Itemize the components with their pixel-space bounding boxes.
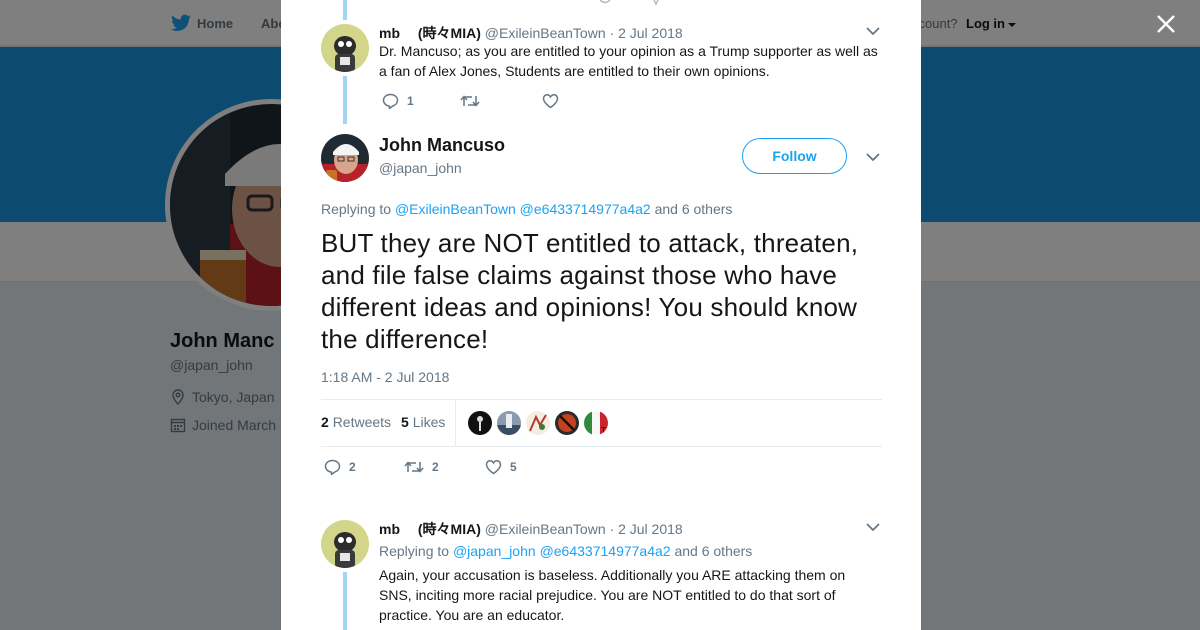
like-button[interactable]: 5 [485,459,517,475]
close-icon[interactable] [1154,12,1178,36]
tweet-timestamp[interactable]: 1:18 AM - 2 Jul 2018 [321,369,449,385]
liker-avatar[interactable]: T [584,411,608,435]
like-icon [542,94,559,109]
tweet-text: Dr. Mancuso; as you are entitled to your… [379,43,878,79]
tweet-date[interactable]: · 2 Jul 2018 [610,521,683,537]
tweet-date[interactable]: · 2 Jul 2018 [610,25,683,41]
author-name[interactable]: mb (時々MIA) [379,25,481,41]
thread-line [343,76,347,124]
retweet-icon [404,461,424,473]
author-handle[interactable]: @ExileinBeanTown [485,521,606,537]
tweet-modal: mb (時々MIA) @ExileinBeanTown · 2 Jul 2018… [281,0,921,630]
tweet-header: mb (時々MIA) @ExileinBeanTown · 2 Jul 2018 [379,23,683,43]
replying-to: Replying to @ExileinBeanTown @e643371497… [321,201,732,217]
likes-count: 5 [401,414,409,430]
chevron-down-icon[interactable] [866,522,880,532]
chevron-down-icon[interactable] [866,26,880,36]
reply-button[interactable]: 1 [382,93,460,109]
like-count: 5 [510,460,517,474]
tweet-actions: 2 2 5 [324,459,517,475]
replying-to: Replying to @japan_john @e6433714977a4a2… [379,543,752,559]
liker-avatar[interactable] [555,411,579,435]
replying-suffix[interactable]: and 6 others [674,543,752,559]
retweet-button[interactable]: 2 [404,459,485,475]
stats-divider [455,400,456,446]
reply-icon [382,93,399,109]
liker-avatar[interactable] [468,411,492,435]
likes-stat[interactable]: 5 Likes [401,414,445,430]
like-icon [485,460,502,475]
reply-button[interactable]: 2 [324,459,404,475]
replying-suffix[interactable]: and 6 others [655,201,733,217]
retweets-label: Retweets [332,414,392,430]
svg-text:T: T [600,426,606,435]
chevron-down-icon[interactable] [866,152,880,162]
retweets-stat[interactable]: 2 Retweets [321,414,391,430]
tweet-actions: 1 [382,93,559,109]
previous-tweet-actions-fragment [600,0,659,6]
mention-link[interactable]: @japan_john [453,543,536,559]
tweet-text: BUT they are NOT entitled to attack, thr… [321,228,859,354]
mention-link[interactable]: @e6433714977a4a2 [540,543,671,559]
like-button[interactable] [542,93,559,109]
liker-avatar[interactable] [526,411,550,435]
retweet-button[interactable] [460,93,542,109]
replying-prefix: Replying to [321,201,392,217]
reply-count: 2 [349,460,356,474]
reply-count: 1 [407,94,414,108]
author-handle[interactable]: @ExileinBeanTown [485,25,606,41]
retweet-icon [460,95,480,107]
tweet-header: mb (時々MIA) @ExileinBeanTown · 2 Jul 2018 [379,519,683,539]
thread-line [343,0,347,20]
thread-line [343,572,347,630]
avatar[interactable] [321,520,369,568]
avatar[interactable] [321,134,369,182]
author-name[interactable]: mb (時々MIA) [379,521,481,537]
follow-button[interactable]: Follow [742,138,847,174]
author-handle[interactable]: @japan_john [379,160,462,176]
avatar[interactable] [321,24,369,72]
retweets-count: 2 [321,414,329,430]
replying-prefix: Replying to [379,543,450,559]
mention-link[interactable]: @ExileinBeanTown [395,201,516,217]
liker-avatar[interactable] [497,411,521,435]
tweet-stats: 2 Retweets 5 Likes T [321,399,882,447]
author-name[interactable]: John Mancuso [379,135,505,156]
retweet-count: 2 [432,460,439,474]
likes-label: Likes [412,414,446,430]
mention-link[interactable]: @e6433714977a4a2 [520,201,651,217]
tweet-text: Again, your accusation is baseless. Addi… [379,567,846,623]
reply-icon [324,459,341,475]
